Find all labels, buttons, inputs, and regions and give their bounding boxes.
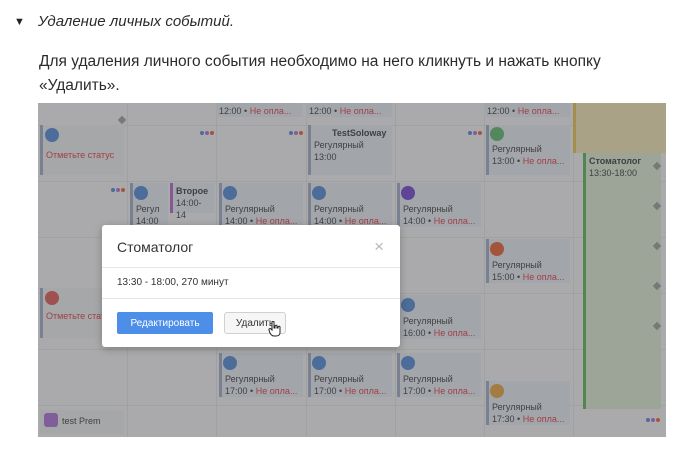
summary-title: Удаление личных событий. — [38, 13, 234, 30]
hand-pointer-icon — [268, 321, 281, 337]
event-time-info: 13:30 - 18:00, 270 минут — [117, 277, 229, 288]
event-modal: Стоматолог × 13:30 - 18:00, 270 минут Ре… — [102, 225, 400, 347]
close-icon[interactable]: × — [374, 237, 384, 257]
modal-title: Стоматолог — [117, 239, 194, 255]
doc-summary[interactable]: ▼ Удаление личных событий. — [14, 13, 234, 30]
divider — [102, 267, 400, 268]
disclosure-triangle-icon[interactable]: ▼ — [14, 16, 32, 28]
divider — [102, 298, 400, 299]
description-paragraph: Для удаления личного события необходимо … — [39, 53, 601, 94]
edit-button[interactable]: Редактировать — [117, 312, 213, 334]
